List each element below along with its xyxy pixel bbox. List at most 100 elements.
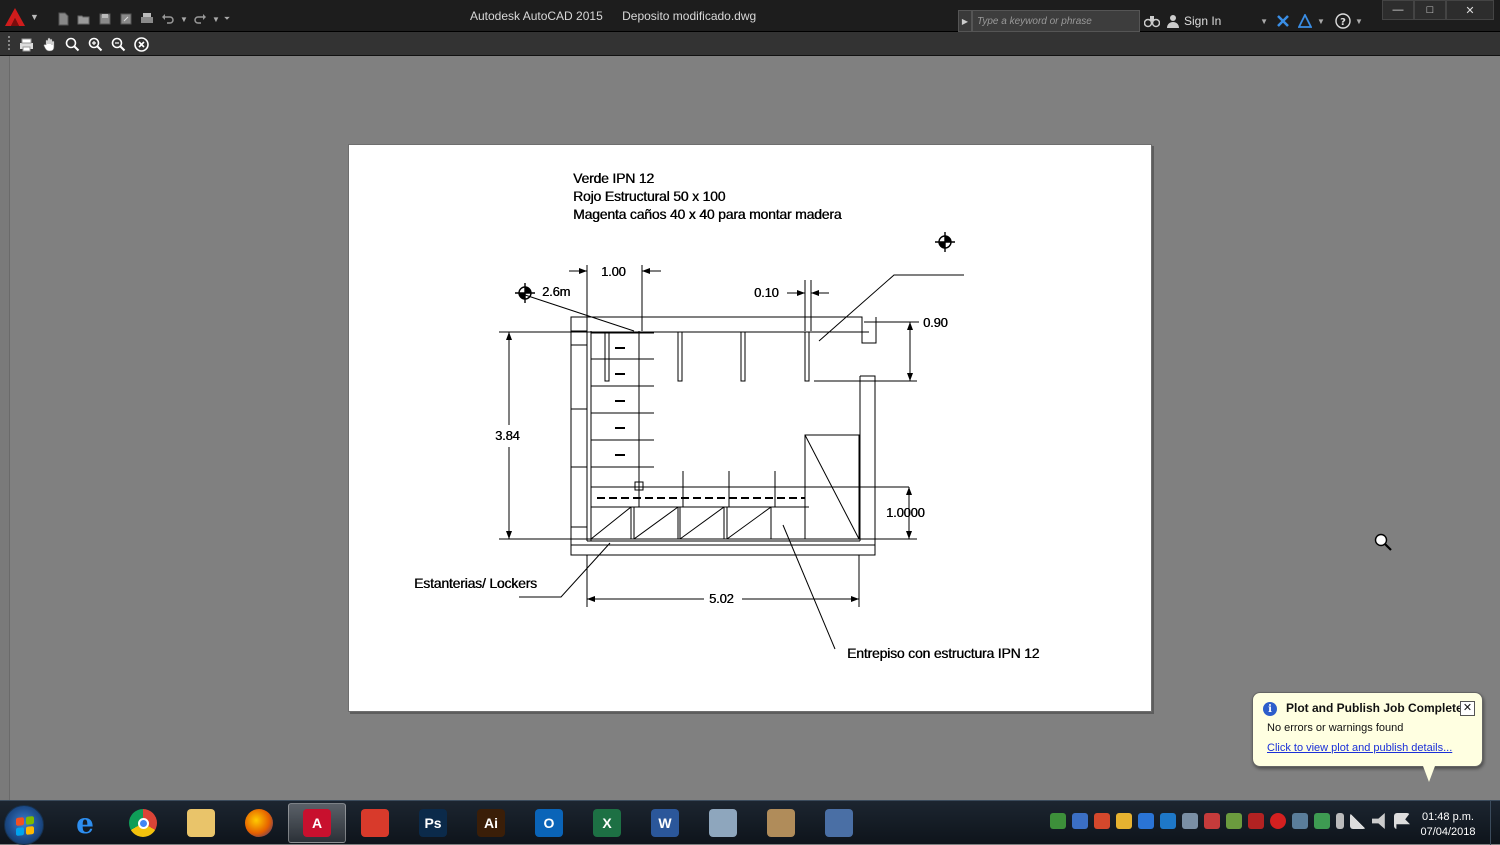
- app-name: Autodesk AutoCAD 2015: [470, 9, 603, 23]
- taskbar-paint-button[interactable]: [752, 803, 810, 843]
- tray-app-icon[interactable]: [1050, 813, 1066, 829]
- zoom-original-button[interactable]: [109, 35, 127, 53]
- close-preview-icon: [133, 36, 149, 52]
- close-preview-button[interactable]: [132, 35, 150, 53]
- redo-button[interactable]: [191, 10, 209, 28]
- tray-app-icon[interactable]: [1182, 813, 1198, 829]
- undo-icon: [162, 14, 174, 24]
- taskbar-autocad-button[interactable]: A: [288, 803, 346, 843]
- notification-title: Plot and Publish Job Complete: [1286, 701, 1463, 715]
- zoom-window-button[interactable]: [86, 35, 104, 53]
- taskbar-excel-button[interactable]: X: [578, 803, 636, 843]
- excel-icon: X: [593, 809, 621, 837]
- tray-outlook-icon[interactable]: [1160, 813, 1176, 829]
- maximize-button[interactable]: □: [1414, 0, 1446, 20]
- taskbar-illustrator-button[interactable]: Ai: [462, 803, 520, 843]
- tray-power-icon[interactable]: [1270, 813, 1286, 829]
- pan-button[interactable]: [40, 35, 58, 53]
- toolbar-grip[interactable]: [8, 36, 10, 52]
- tray-app-icon[interactable]: [1204, 813, 1220, 829]
- chevron-down-icon[interactable]: ▼: [212, 15, 220, 24]
- tray-app-icon[interactable]: [1226, 813, 1242, 829]
- plot-details-link[interactable]: Click to view plot and publish details..…: [1267, 742, 1452, 754]
- new-button[interactable]: [54, 10, 72, 28]
- start-button[interactable]: [4, 805, 44, 845]
- illustrator-icon: Ai: [477, 809, 505, 837]
- show-desktop-button[interactable]: [1490, 801, 1500, 845]
- taskbar-outlook-button[interactable]: O: [520, 803, 578, 843]
- info-icon: i: [1263, 702, 1277, 716]
- tray-app-icon[interactable]: [1292, 813, 1308, 829]
- zoom-cursor-icon: [1374, 533, 1392, 551]
- windows-logo-icon: [16, 816, 34, 836]
- tray-app-icon[interactable]: [1072, 813, 1088, 829]
- search-button[interactable]: [1140, 10, 1164, 32]
- calculator-icon: [709, 809, 737, 837]
- chevron-down-icon[interactable]: ▼: [1316, 17, 1326, 26]
- taskbar-internet-explorer-button[interactable]: e: [56, 803, 114, 843]
- chrome-icon: [129, 809, 157, 837]
- volume-icon[interactable]: [1372, 813, 1385, 829]
- pan-icon: [43, 37, 54, 51]
- undo-button[interactable]: [159, 10, 177, 28]
- dim-point-label: 2.6m: [542, 284, 571, 299]
- application-menu-button[interactable]: ▼: [4, 4, 48, 30]
- balloon-tail: [1423, 766, 1435, 782]
- taskbar-scanner-button[interactable]: [810, 803, 868, 843]
- taskbar-file-explorer-button[interactable]: [172, 803, 230, 843]
- dim-door: 0.90: [923, 315, 948, 330]
- plot-button[interactable]: [138, 10, 156, 28]
- sign-in-button[interactable]: Sign In ▼: [1166, 10, 1272, 32]
- zoom-original-icon: [111, 37, 125, 51]
- plot-preview-toolbar: [0, 32, 1500, 56]
- customize-qat-icon[interactable]: ⏷: [223, 14, 231, 24]
- tray-app-icon[interactable]: [1248, 813, 1264, 829]
- taskbar-sketchup-button[interactable]: [346, 803, 404, 843]
- exchange-apps-button[interactable]: [1272, 10, 1294, 32]
- title-bar: ▼ ▼ ▼ ⏷ Autodesk AutoCAD 2015 Deposito m…: [0, 0, 1500, 32]
- point-marker-symbol: [515, 232, 955, 303]
- stay-connected-button[interactable]: [1294, 10, 1316, 32]
- drawing-linework: [499, 232, 964, 650]
- help-icon: ?: [1335, 13, 1351, 29]
- chevron-down-icon[interactable]: ▼: [1354, 17, 1364, 26]
- taskbar-apps: e A Ps Ai O X W: [56, 803, 868, 843]
- plot-preview-sheet[interactable]: Verde IPN 12 Rojo Estructural 50 x 100 M…: [348, 144, 1152, 712]
- save-icon: [99, 13, 111, 25]
- autocad-logo-icon: [5, 8, 25, 26]
- save-as-icon: [120, 13, 132, 25]
- taskbar-word-button[interactable]: W: [636, 803, 694, 843]
- battery-icon[interactable]: [1336, 813, 1344, 829]
- expand-search-button[interactable]: ▶: [958, 10, 972, 32]
- open-button[interactable]: [75, 10, 93, 28]
- internet-explorer-icon: e: [76, 806, 94, 840]
- taskbar-clock[interactable]: 01:48 p.m. 07/04/2018: [1408, 810, 1488, 840]
- save-button[interactable]: [96, 10, 114, 28]
- legend-line-magenta: Magenta caños 40 x 40 para montar madera: [573, 206, 842, 222]
- taskbar-photoshop-button[interactable]: Ps: [404, 803, 462, 843]
- taskbar-chrome-button[interactable]: [114, 803, 172, 843]
- minimize-button[interactable]: —: [1382, 0, 1414, 20]
- legend-line-red: Rojo Estructural 50 x 100: [573, 188, 726, 204]
- taskbar-calculator-button[interactable]: [694, 803, 752, 843]
- notification-close-button[interactable]: ✕: [1460, 701, 1475, 716]
- tray-dropbox-icon[interactable]: [1138, 813, 1154, 829]
- clock-date: 07/04/2018: [1420, 826, 1476, 838]
- tray-app-icon[interactable]: [1314, 813, 1330, 829]
- zoom-realtime-button[interactable]: [63, 35, 81, 53]
- plot-button[interactable]: [17, 35, 35, 53]
- autocad-icon: A: [303, 809, 331, 837]
- chevron-down-icon[interactable]: ▼: [180, 15, 188, 24]
- tray-chrome-icon[interactable]: [1116, 813, 1132, 829]
- viewport-left-edge: [0, 56, 10, 800]
- new-icon: [58, 12, 69, 26]
- window-controls: — □ ✕: [1382, 0, 1494, 20]
- taskbar-firefox-button[interactable]: [230, 803, 288, 843]
- search-input[interactable]: Type a keyword or phrase: [972, 10, 1140, 32]
- close-button[interactable]: ✕: [1446, 0, 1494, 20]
- tray-app-icon[interactable]: [1094, 813, 1110, 829]
- help-button[interactable]: ?: [1332, 10, 1354, 32]
- dim-bottom-width: 5.02: [709, 591, 734, 606]
- signal-icon[interactable]: [1350, 813, 1366, 829]
- save-as-button[interactable]: [117, 10, 135, 28]
